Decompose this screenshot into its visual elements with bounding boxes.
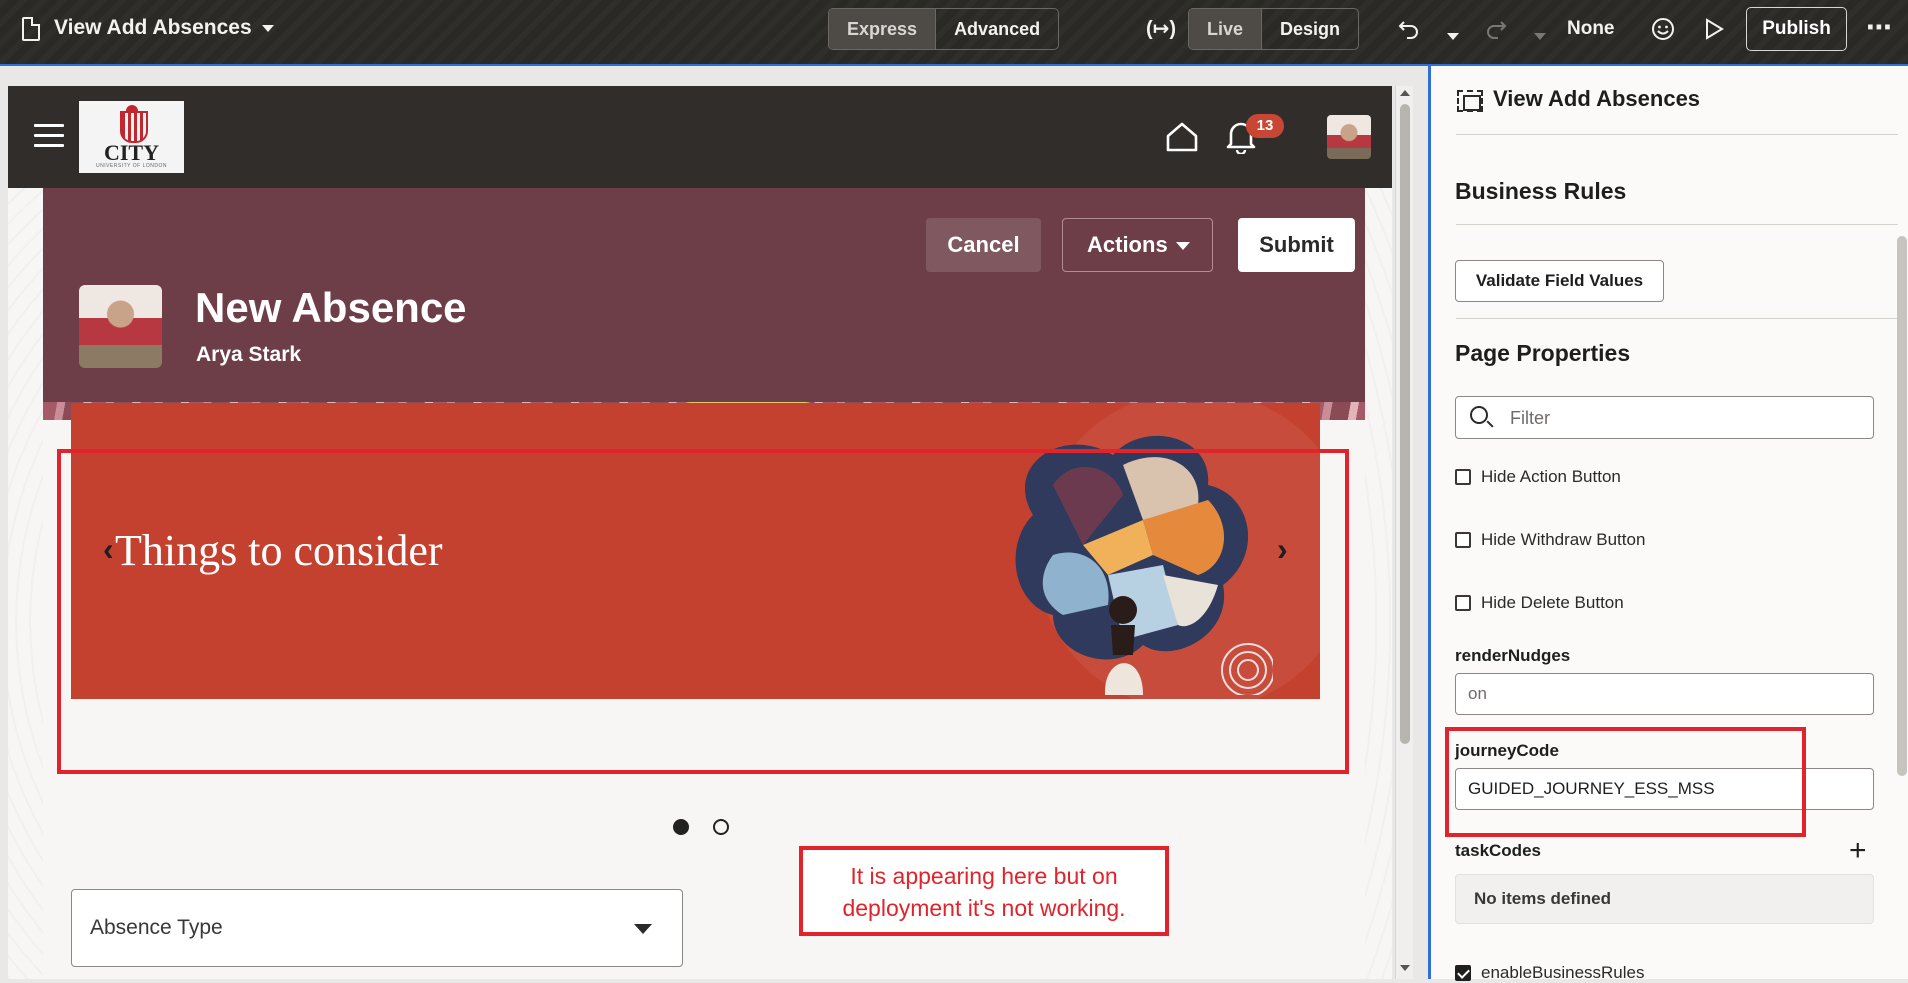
scope-selector[interactable]: None — [1567, 18, 1615, 40]
logo-text: CITY — [103, 140, 159, 165]
annotation-note: It is appearing here but on deployment i… — [799, 846, 1169, 936]
checkbox-label: Hide Delete Button — [1481, 593, 1624, 612]
carousel-dot-2[interactable] — [713, 819, 729, 835]
add-task-code-icon[interactable]: + — [1849, 836, 1867, 866]
submit-button[interactable]: Submit — [1238, 218, 1355, 272]
crest-icon — [112, 105, 152, 143]
undo-menu-caret-icon[interactable] — [1447, 24, 1459, 46]
variables-icon[interactable]: (↦) — [1146, 18, 1176, 40]
render-nudges-field[interactable]: on — [1455, 673, 1874, 715]
app-header: CITY UNIVERSITY OF LONDON 13 — [8, 86, 1392, 188]
mode-switch: Express Advanced — [828, 8, 1060, 50]
enable-business-rules-checkbox[interactable]: enableBusinessRules — [1455, 963, 1645, 983]
absence-type-select[interactable]: Absence Type — [71, 889, 683, 967]
view-live-button[interactable]: Live — [1189, 9, 1262, 49]
city-logo[interactable]: CITY UNIVERSITY OF LONDON — [79, 101, 184, 173]
carousel-indicators — [673, 819, 729, 835]
panel-scrollbar[interactable] — [1897, 236, 1907, 776]
checkbox-box[interactable] — [1455, 595, 1471, 611]
properties-panel: View Add Absences Business Rules Validat… — [1428, 66, 1908, 982]
notifications-badge: 13 — [1246, 114, 1284, 138]
hide-withdraw-button-checkbox[interactable]: Hide Withdraw Button — [1455, 530, 1645, 550]
editor-toolbar: View Add Absences Express Advanced (↦) L… — [0, 0, 1908, 66]
page-hero: Cancel Actions Submit New Absence Arya S… — [43, 188, 1365, 420]
component-select-icon — [1457, 90, 1483, 112]
home-icon[interactable] — [1165, 121, 1199, 153]
person-avatar — [79, 285, 162, 368]
task-codes-empty: No items defined — [1455, 874, 1874, 924]
publish-button[interactable]: Publish — [1746, 7, 1847, 51]
user-avatar[interactable] — [1327, 115, 1371, 159]
search-icon — [1470, 406, 1488, 424]
hide-action-button-checkbox[interactable]: Hide Action Button — [1455, 467, 1621, 487]
carousel-dot-1[interactable] — [673, 819, 689, 835]
logo-subtext: UNIVERSITY OF LONDON — [95, 163, 168, 169]
panel-title: View Add Absences — [1493, 86, 1701, 111]
cancel-button[interactable]: Cancel — [926, 218, 1041, 272]
page-title[interactable]: View Add Absences — [54, 16, 252, 40]
checkbox-box[interactable] — [1455, 469, 1471, 485]
mode-advanced-button[interactable]: Advanced — [935, 9, 1058, 49]
view-design-button[interactable]: Design — [1261, 9, 1358, 49]
person-name: Arya Stark — [196, 343, 302, 366]
chevron-down-icon[interactable] — [262, 25, 274, 32]
more-options-icon[interactable]: ⋯ — [1866, 14, 1892, 40]
actions-label: Actions — [1087, 232, 1168, 257]
preview-play-icon[interactable] — [1704, 18, 1724, 45]
hamburger-menu-icon[interactable] — [34, 124, 64, 148]
hide-delete-button-checkbox[interactable]: Hide Delete Button — [1455, 593, 1624, 613]
page-heading: New Absence — [195, 284, 467, 331]
business-rules-heading: Business Rules — [1455, 178, 1627, 204]
actions-menu-button[interactable]: Actions — [1062, 218, 1213, 272]
filter-placeholder: Filter — [1510, 408, 1550, 428]
validate-field-values-button[interactable]: Validate Field Values — [1455, 260, 1664, 302]
checkbox-label: Hide Action Button — [1481, 467, 1621, 486]
checkbox-label: Hide Withdraw Button — [1481, 530, 1646, 549]
redo-menu-caret-icon[interactable] — [1534, 24, 1546, 46]
divider — [1456, 224, 1898, 225]
divider — [1456, 318, 1898, 319]
divider — [1456, 134, 1898, 135]
scroll-down-icon[interactable] — [1400, 965, 1410, 971]
page-document-icon — [22, 17, 40, 41]
design-canvas: CITY UNIVERSITY OF LONDON 13 Cancel Acti… — [0, 66, 1428, 979]
scroll-up-icon[interactable] — [1400, 90, 1410, 96]
checkbox-label: enableBusinessRules — [1481, 963, 1645, 982]
mode-express-button[interactable]: Express — [829, 9, 936, 49]
chevron-down-icon — [634, 924, 652, 934]
properties-filter-input[interactable]: Filter — [1455, 396, 1874, 439]
checkbox-box[interactable] — [1455, 532, 1471, 548]
redo-icon[interactable] — [1485, 18, 1507, 45]
view-switch: Live Design — [1188, 8, 1360, 50]
absence-type-label: Absence Type — [90, 916, 223, 939]
annotation-banner-highlight — [57, 449, 1349, 774]
scrollbar-thumb[interactable] — [1400, 104, 1410, 744]
chevron-down-icon — [1176, 242, 1190, 250]
smiley-icon[interactable] — [1651, 17, 1675, 46]
annotation-journey-code-highlight — [1445, 727, 1806, 837]
task-codes-label: taskCodes — [1455, 841, 1541, 860]
undo-icon[interactable] — [1398, 18, 1420, 45]
render-nudges-label: renderNudges — [1455, 646, 1571, 665]
canvas-scrollbar[interactable] — [1395, 86, 1413, 979]
page-properties-heading: Page Properties — [1455, 340, 1631, 366]
